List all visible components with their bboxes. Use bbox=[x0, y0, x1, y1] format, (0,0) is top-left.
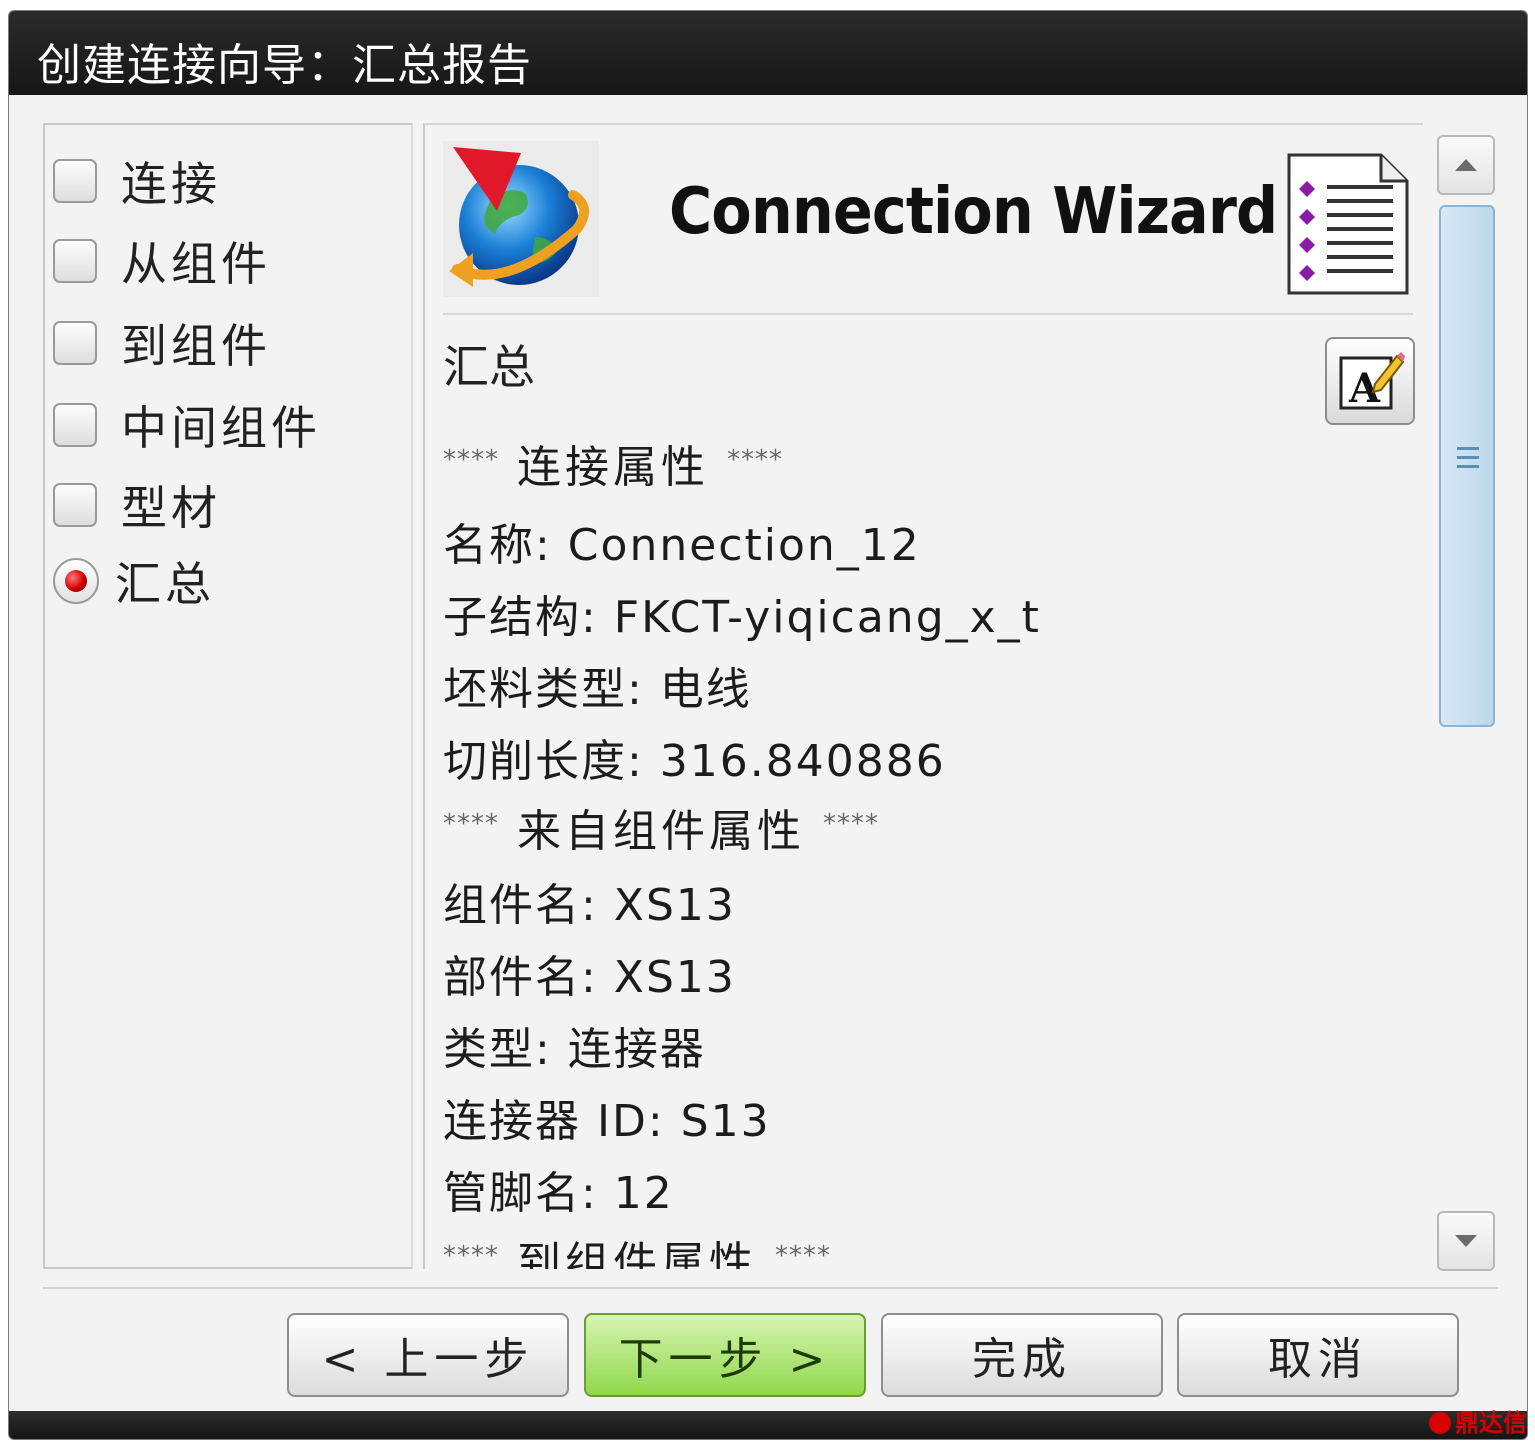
edit-report-button[interactable]: A bbox=[1325, 337, 1415, 425]
section-marker: **** bbox=[727, 445, 783, 475]
scroll-up-button[interactable] bbox=[1437, 135, 1495, 195]
steps-panel: 连接 从组件 到组件 中间组件 型材 汇总 bbox=[43, 123, 413, 1269]
step-label: 从组件 bbox=[121, 237, 271, 291]
summary-title: 汇总 bbox=[443, 340, 535, 394]
step-checkbox[interactable] bbox=[53, 321, 97, 365]
chevron-up-icon bbox=[1455, 159, 1477, 171]
field-type: 类型: 连接器 bbox=[443, 1024, 706, 1075]
step-profile[interactable]: 型材 bbox=[53, 475, 221, 535]
section-to-component-properties: **** 到组件属性 **** bbox=[443, 1227, 831, 1269]
bottom-frame-strip bbox=[9, 1411, 1527, 1439]
section-marker: **** bbox=[775, 1241, 831, 1269]
window-title: 创建连接向导：汇总报告 bbox=[37, 40, 532, 91]
next-button[interactable]: 下一步 > bbox=[584, 1313, 866, 1397]
summary-report-panel: Connection Wizard 汇总 A **** 连接属性 **** 名称… bbox=[423, 123, 1423, 1269]
step-from-component[interactable]: 从组件 bbox=[53, 231, 271, 291]
watermark: 鼎达信 bbox=[1429, 1403, 1527, 1438]
scroll-grip-icon bbox=[1457, 447, 1479, 474]
step-label: 到组件 bbox=[121, 319, 271, 373]
title-bar: 创建连接向导：汇总报告 bbox=[9, 11, 1527, 95]
field-connector-id: 连接器 ID: S13 bbox=[443, 1096, 771, 1147]
wizard-title: Connection Wizard bbox=[669, 175, 1278, 249]
back-button[interactable]: < 上一步 bbox=[287, 1313, 569, 1397]
section-marker: **** bbox=[443, 1241, 499, 1269]
footer-divider bbox=[43, 1287, 1498, 1289]
edit-pencil-icon: A bbox=[1339, 352, 1405, 412]
step-checkbox[interactable] bbox=[53, 483, 97, 527]
field-pin-name: 管脚名: 12 bbox=[443, 1168, 674, 1219]
section-title: 来自组件属性 bbox=[517, 806, 805, 857]
section-from-component-properties: **** 来自组件属性 **** bbox=[443, 795, 879, 859]
step-radio-selected[interactable] bbox=[53, 558, 99, 604]
document-list-icon bbox=[1285, 151, 1411, 301]
section-connection-properties: **** 连接属性 **** bbox=[443, 431, 783, 495]
step-to-component[interactable]: 到组件 bbox=[53, 313, 271, 373]
step-checkbox[interactable] bbox=[53, 239, 97, 283]
step-checkbox[interactable] bbox=[53, 159, 97, 203]
cancel-button[interactable]: 取消 bbox=[1177, 1313, 1459, 1397]
wizard-header: Connection Wizard bbox=[435, 133, 1415, 315]
watermark-seal-icon bbox=[1429, 1412, 1451, 1434]
field-part-name: 部件名: XS13 bbox=[443, 952, 736, 1003]
field-substructure: 子结构: FKCT-yiqicang_x_t bbox=[443, 592, 1041, 643]
section-marker: **** bbox=[823, 809, 879, 839]
scroll-down-button[interactable] bbox=[1437, 1211, 1495, 1271]
connection-wizard-dialog: 创建连接向导：汇总报告 连接 从组件 到组件 中间组件 型材 汇总 Connec… bbox=[8, 10, 1528, 1440]
section-title: 连接属性 bbox=[517, 442, 709, 493]
field-name: 名称: Connection_12 bbox=[443, 520, 921, 571]
finish-button[interactable]: 完成 bbox=[881, 1313, 1163, 1397]
selected-dot-icon bbox=[65, 570, 87, 592]
step-label: 型材 bbox=[121, 481, 221, 535]
header-divider bbox=[443, 313, 1413, 315]
field-cut-length: 切削长度: 316.840886 bbox=[443, 736, 946, 787]
watermark-text: 鼎达信 bbox=[1455, 1409, 1527, 1437]
step-summary[interactable]: 汇总 bbox=[53, 551, 215, 611]
step-label: 汇总 bbox=[115, 557, 215, 611]
section-marker: **** bbox=[443, 445, 499, 475]
step-checkbox[interactable] bbox=[53, 403, 97, 447]
chevron-down-icon bbox=[1455, 1235, 1477, 1247]
step-label: 连接 bbox=[121, 157, 221, 211]
section-marker: **** bbox=[443, 809, 499, 839]
step-intermediate-component[interactable]: 中间组件 bbox=[53, 395, 321, 455]
globe-arrow-icon bbox=[443, 141, 599, 297]
section-title: 到组件属性 bbox=[517, 1238, 757, 1269]
step-connection[interactable]: 连接 bbox=[53, 151, 221, 211]
scrollbar-thumb[interactable] bbox=[1439, 205, 1495, 727]
field-component-name: 组件名: XS13 bbox=[443, 880, 736, 931]
step-label: 中间组件 bbox=[121, 401, 321, 455]
field-material-type: 坯料类型: 电线 bbox=[443, 664, 752, 715]
